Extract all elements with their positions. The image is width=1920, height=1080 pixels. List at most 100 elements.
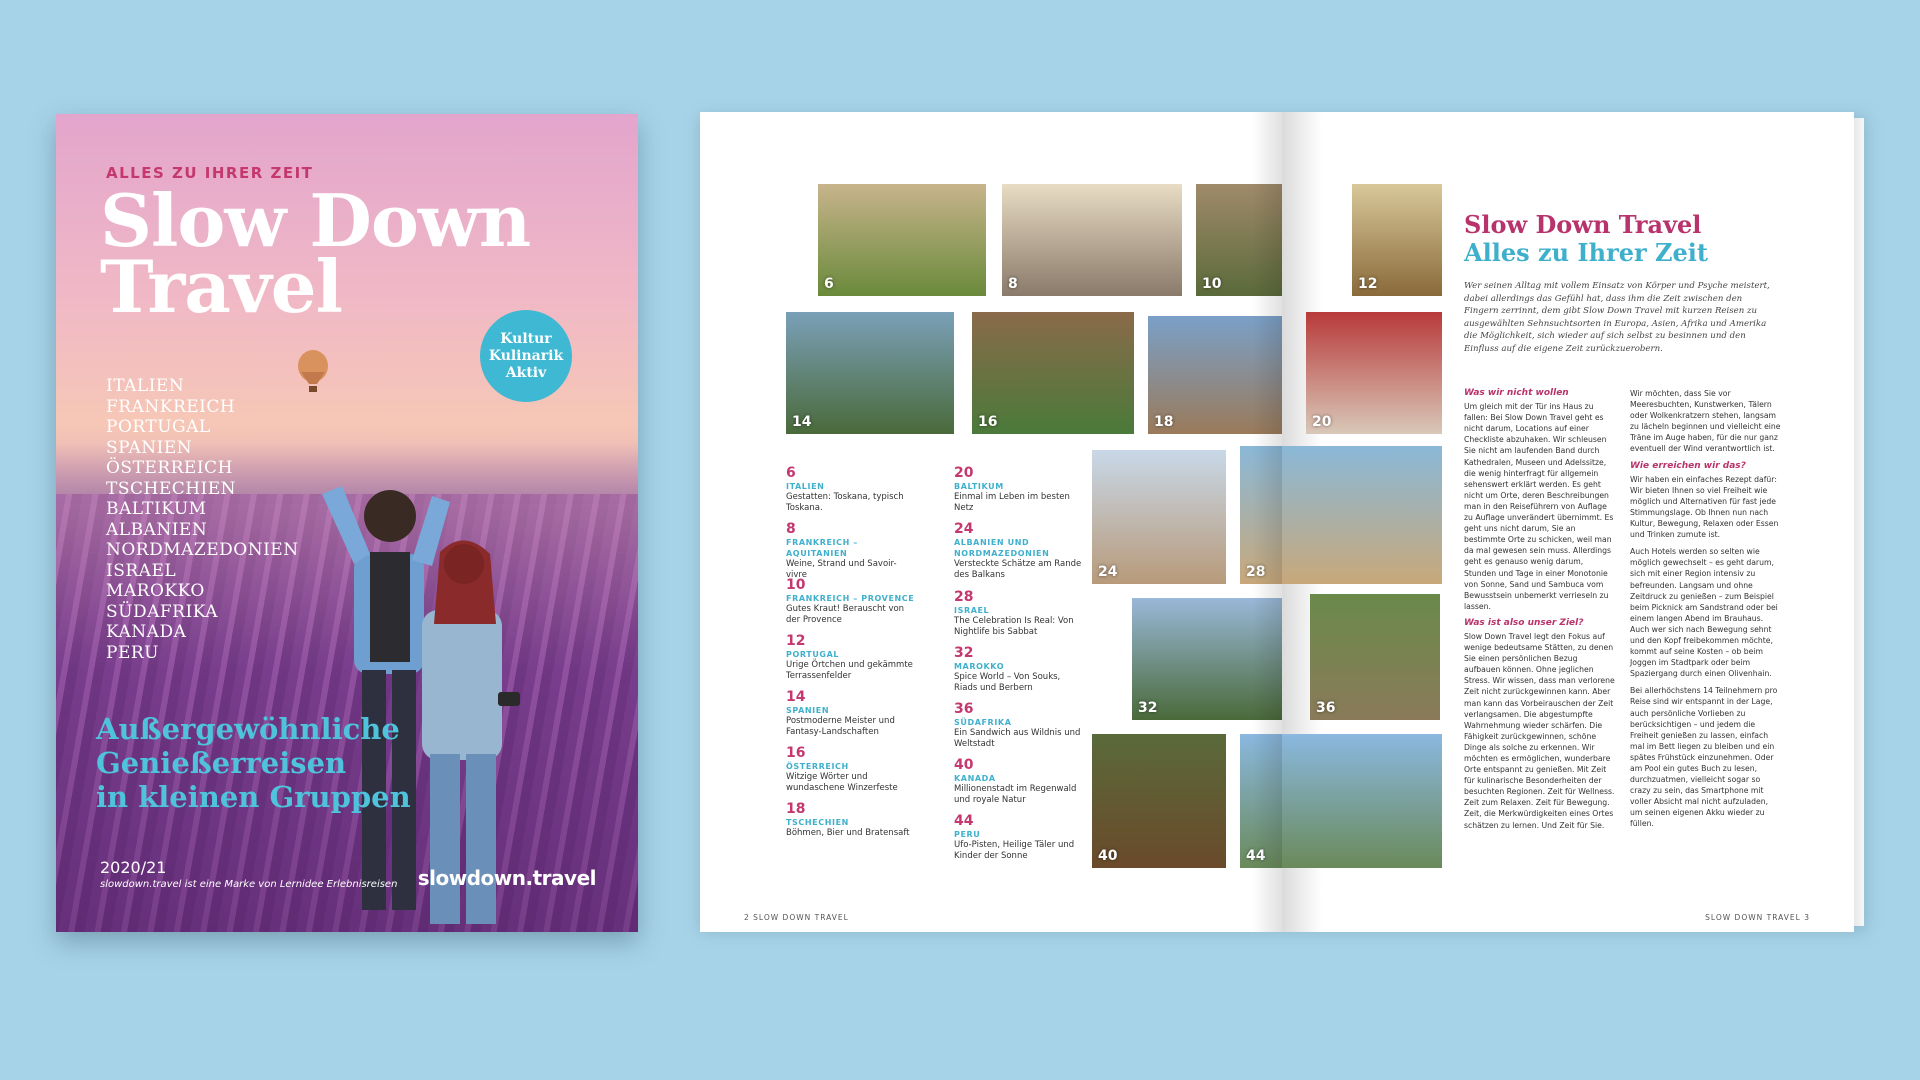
article-lead: Wer seinen Alltag mit vollem Einsatz von… — [1464, 281, 1770, 354]
photo-page-number: 24 — [1098, 564, 1118, 580]
toc-destination: KANADA — [954, 774, 996, 783]
toc-page-number: 10 — [786, 577, 806, 593]
photo-page-number: 12 — [1358, 276, 1378, 292]
edition-year: 2020/21 — [100, 858, 167, 877]
badge-line: Kultur — [500, 330, 552, 347]
toc-entry[interactable]: 32 MAROKKO Spice World – Von Souks, Riad… — [954, 646, 1084, 693]
tagline-line: Genießerreisen — [96, 746, 347, 780]
toc-page-number: 12 — [786, 633, 806, 649]
country-item: ITALIEN — [106, 376, 185, 396]
toc-entry[interactable]: 8 FRANKREICH – AQUITANIEN Weine, Strand … — [786, 522, 916, 580]
toc-destination: FRANKREICH – AQUITANIEN — [786, 538, 858, 558]
left-page: 6 8 10 12 14 16 18 24 28 32 40 44 6 ITAL… — [700, 112, 1306, 932]
country-item: SÜDAFRIKA — [106, 601, 218, 622]
toc-entry[interactable]: 20 BALTIKUM Einmal im Leben im besten Ne… — [954, 466, 1084, 513]
paragraph: Wir möchten, dass Sie vor Meeresbuchten,… — [1630, 389, 1781, 454]
photo-page-number: 14 — [792, 414, 812, 430]
toc-entry[interactable]: 6 ITALIEN Gestatten: Toskana, typisch To… — [786, 466, 916, 513]
toc-destination: ÖSTERREICH — [786, 762, 849, 771]
toc-page-number: 36 — [954, 701, 974, 717]
toc-page-number: 18 — [786, 801, 806, 817]
text-column-1: Was wir nicht wollen Um gleich mit der T… — [1464, 388, 1616, 837]
country-item: SPANIEN — [106, 437, 193, 458]
photo-page-number: 44 — [1246, 848, 1266, 864]
country-item: TSCHECHIEN — [106, 478, 237, 499]
paragraph: Slow Down Travel legt den Fokus auf weni… — [1464, 631, 1615, 830]
toc-entry[interactable]: 14 SPANIEN Postmoderne Meister und Fanta… — [786, 690, 916, 737]
country-item: NORDMAZEDONIEN — [106, 540, 299, 560]
photo-page-number: 18 — [1154, 414, 1174, 430]
folio-label: SLOW DOWN TRAVEL — [1705, 913, 1801, 922]
toc-destination: ITALIEN — [786, 482, 825, 491]
country-item: KANADA — [106, 622, 187, 642]
toc-description: Spice World – Von Souks, Riads und Berbe… — [954, 672, 1061, 693]
toc-page-number: 24 — [954, 521, 974, 537]
toc-entry[interactable]: 28 ISRAEL The Celebration Is Real: Von N… — [954, 590, 1084, 637]
toc-description: Versteckte Schätze am Rande des Balkans — [954, 559, 1082, 580]
toc-page-number: 20 — [954, 465, 974, 481]
hot-air-balloon-icon — [298, 350, 328, 392]
toc-entry[interactable]: 40 KANADA Millionenstadt im Regenwald un… — [954, 758, 1084, 805]
toc-description: Einmal im Leben im besten Netz — [954, 492, 1070, 513]
photo-page-number: 16 — [978, 414, 998, 430]
destination-photo — [1282, 734, 1442, 868]
toc-description: Witzige Wörter und wundaschene Winzerfes… — [786, 772, 898, 793]
tagline-line: Außergewöhnliche — [96, 712, 400, 746]
section-heading: Wie erreichen wir das? — [1630, 460, 1746, 471]
folio-left: 2 SLOW DOWN TRAVEL — [744, 913, 849, 922]
photo-page-number: 36 — [1316, 700, 1336, 716]
toc-description: Postmoderne Meister und Fantasy-Landscha… — [786, 716, 895, 737]
toc-description: Ufo-Pisten, Heilige Täler und Kinder der… — [954, 840, 1075, 861]
photo-page-number: 32 — [1138, 700, 1158, 716]
toc-entry[interactable]: 44 PERU Ufo-Pisten, Heilige Täler und Ki… — [954, 814, 1084, 861]
country-item: BALTIKUM — [106, 499, 207, 519]
country-item: ALBANIEN — [106, 519, 208, 540]
couple-photo — [322, 486, 520, 924]
toc-description: Gutes Kraut! Berauscht von der Provence — [786, 604, 905, 625]
toc-entry[interactable]: 12 PORTUGAL Urige Örtchen und gekämmte T… — [786, 634, 916, 681]
photo-page-number: 20 — [1312, 414, 1332, 430]
website-url: slowdown.travel — [417, 866, 597, 890]
toc-destination: SPANIEN — [786, 706, 830, 715]
destination-photo: 12 — [1352, 184, 1442, 296]
destination-photo: 32 — [1132, 598, 1284, 720]
cover-tagline: Außergewöhnliche Genießerreisen in klein… — [96, 712, 411, 814]
article-subheading: Alles zu Ihrer Zeit — [1464, 238, 1709, 267]
destination-photo: 40 — [1092, 734, 1226, 868]
cover-title-line: Travel — [100, 244, 343, 329]
country-item: FRANKREICH — [106, 396, 236, 417]
destination-photo: 6 — [818, 184, 986, 296]
toc-entry[interactable]: 16 ÖSTERREICH Witzige Wörter und wundasc… — [786, 746, 916, 793]
country-list: ITALIEN FRANKREICH PORTUGAL SPANIEN ÖSTE… — [106, 376, 299, 663]
toc-description: Weine, Strand und Savoir-vivre — [786, 559, 897, 580]
destination-photo: 44 — [1240, 734, 1282, 868]
photo-page-number: 6 — [824, 276, 834, 292]
text-column-2: Wir möchten, dass Sie vor Meeresbuchten,… — [1630, 388, 1782, 836]
toc-entry[interactable]: 36 SÜDAFRIKA Ein Sandwich aus Wildnis un… — [954, 702, 1084, 749]
theme-badge: Kultur Kulinarik Aktiv — [480, 310, 572, 402]
section-heading: Was ist also unser Ziel? — [1464, 617, 1584, 628]
toc-entry[interactable]: 10 FRANKREICH – PROVENCE Gutes Kraut! Be… — [786, 578, 916, 625]
cover-title: Slow Down Travel — [100, 185, 531, 329]
toc-page-number: 14 — [786, 689, 806, 705]
toc-destination: TSCHECHIEN — [786, 818, 849, 827]
toc-description: Ein Sandwich aus Wildnis und Weltstadt — [954, 728, 1081, 749]
toc-description: Urige Örtchen und gekämmte Terrassenfeld… — [786, 660, 913, 681]
toc-entry[interactable]: 24 ALBANIEN UND NORDMAZEDONIEN Versteckt… — [954, 522, 1084, 580]
toc-destination: PORTUGAL — [786, 650, 840, 659]
toc-destination: MAROKKO — [954, 662, 1005, 671]
section-heading: Was wir nicht wollen — [1464, 388, 1569, 398]
paragraph: Wir haben ein einfaches Rezept dafür: Wi… — [1630, 474, 1779, 540]
photo-page-number: 8 — [1008, 276, 1018, 292]
toc-page-number: 28 — [954, 589, 974, 605]
country-item: ISRAEL — [106, 560, 177, 581]
right-page: 12 20 36 Slow Down Travel Alles zu Ihrer… — [1282, 112, 1854, 932]
toc-destination: ISRAEL — [954, 606, 990, 615]
photo-page-number: 40 — [1098, 848, 1118, 864]
toc-entry[interactable]: 18 TSCHECHIEN Böhmen, Bier und Bratensaf… — [786, 802, 916, 839]
country-item: MAROKKO — [106, 581, 205, 601]
toc-page-number: 16 — [786, 745, 806, 761]
toc-page-number: 6 — [786, 465, 796, 481]
folio-number: 2 — [744, 913, 750, 922]
page-edge — [1854, 118, 1864, 926]
